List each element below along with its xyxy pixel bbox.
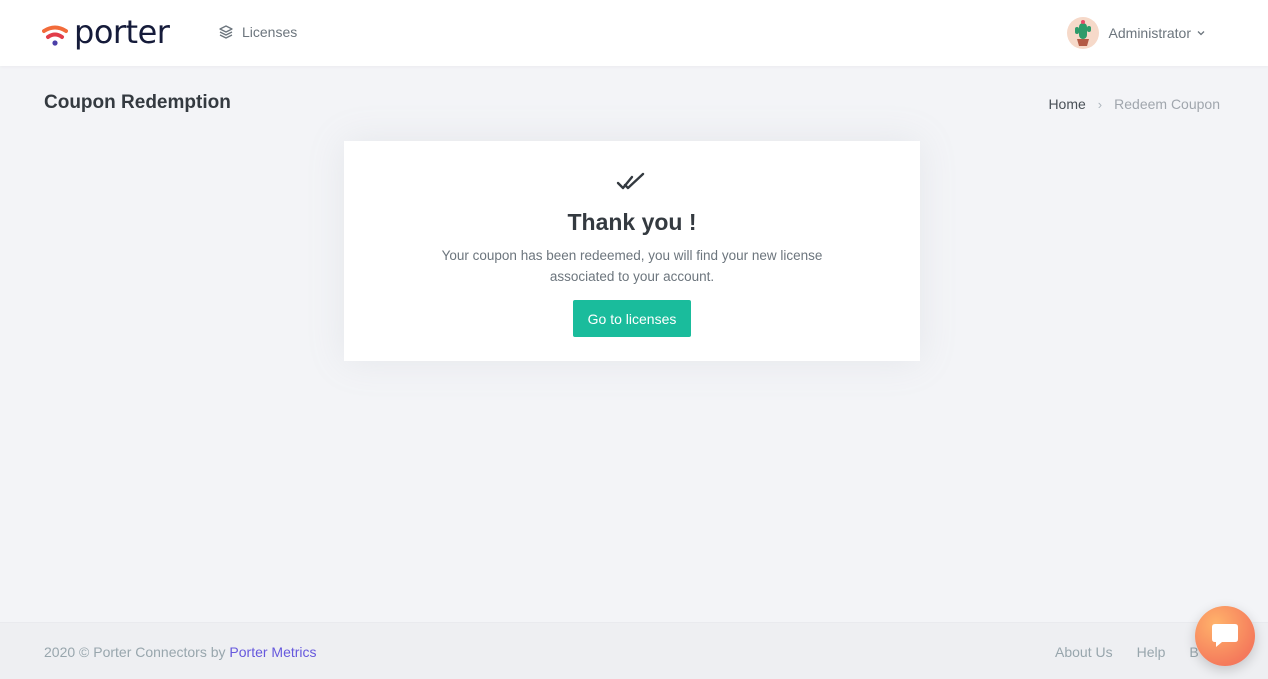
footer: 2020 © Porter Connectors by Porter Metri… <box>0 622 1268 679</box>
logo-text: porter <box>74 13 170 51</box>
card-message: Your coupon has been redeemed, you will … <box>441 248 823 284</box>
porter-metrics-link[interactable]: Porter Metrics <box>229 644 316 660</box>
double-check-icon <box>616 172 645 190</box>
copyright-text: 2020 © Porter Connectors by <box>44 644 226 660</box>
breadcrumb-separator: › <box>1097 96 1103 112</box>
footer-copyright: 2020 © Porter Connectors by Porter Metri… <box>44 644 317 660</box>
user-name: Administrator <box>1108 25 1191 41</box>
chat-bubble-icon <box>1212 624 1238 647</box>
nav-licenses-label: Licenses <box>242 24 298 40</box>
go-to-licenses-button[interactable]: Go to licenses <box>573 300 691 337</box>
footer-link-about[interactable]: About Us <box>1055 644 1113 660</box>
breadcrumb: Home › Redeem Coupon <box>1048 96 1220 112</box>
breadcrumb-home-link[interactable]: Home <box>1048 96 1085 112</box>
chat-launcher-button[interactable] <box>1195 606 1255 666</box>
cactus-avatar-icon <box>1074 20 1091 46</box>
layers-icon <box>219 25 233 39</box>
top-navbar: porter Licenses Administrator <box>0 0 1268 66</box>
nav-licenses-link[interactable]: Licenses <box>218 22 297 42</box>
porter-logo[interactable]: porter <box>42 12 170 52</box>
user-menu[interactable]: Administrator <box>1066 17 1206 49</box>
page-title: Coupon Redemption <box>44 92 231 113</box>
card-title: Thank you ! <box>567 209 697 235</box>
wifi-logo-icon <box>42 25 68 46</box>
footer-link-help[interactable]: Help <box>1137 644 1166 660</box>
chevron-down-icon <box>1197 31 1205 36</box>
avatar <box>1066 17 1099 49</box>
breadcrumb-current: Redeem Coupon <box>1114 96 1220 112</box>
redemption-success-card: Thank you ! Your coupon has been redeeme… <box>344 141 920 361</box>
